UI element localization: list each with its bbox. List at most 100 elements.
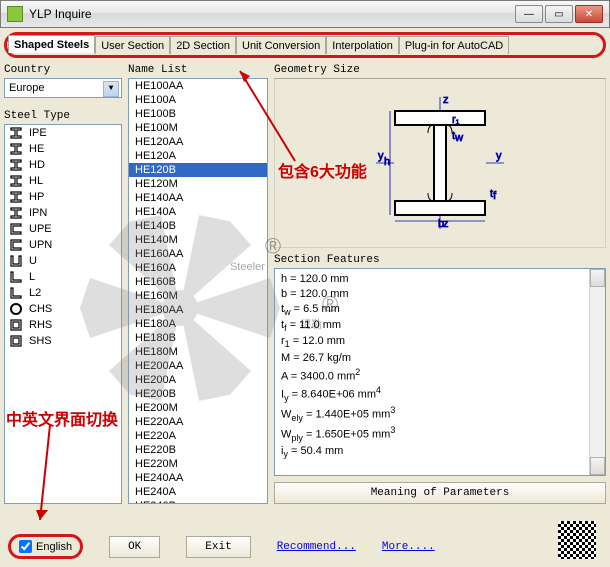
section-feature-row: tw = 6.5 mm xyxy=(281,302,599,318)
maximize-button[interactable]: ▭ xyxy=(545,5,573,23)
name-list-item[interactable]: HE160A xyxy=(129,261,267,275)
svg-text:tw: tw xyxy=(452,130,463,144)
name-list-item[interactable]: HE160M xyxy=(129,289,267,303)
section-feature-row: Wely = 1.440E+05 mm3 xyxy=(281,404,599,424)
name-list-item[interactable]: HE240A xyxy=(129,485,267,499)
steel-type-item[interactable]: U xyxy=(5,253,121,269)
close-button[interactable]: ✕ xyxy=(575,5,603,23)
section-feature-row: iy = 50.4 mm xyxy=(281,444,599,460)
name-list-item[interactable]: HE140B xyxy=(129,219,267,233)
tab-interpolation[interactable]: Interpolation xyxy=(326,36,399,54)
steel-type-name: L2 xyxy=(29,287,41,299)
name-list-item[interactable]: HE180A xyxy=(129,317,267,331)
name-list-item[interactable]: HE180B xyxy=(129,331,267,345)
svg-text:h: h xyxy=(384,156,390,168)
steel-type-item[interactable]: UPN xyxy=(5,237,121,253)
svg-text:z: z xyxy=(443,94,449,106)
steel-type-list[interactable]: IPE HE HD HL HP IPN UPE UPN UL L2 CHS RHS SHS xyxy=(4,124,122,504)
name-list-item[interactable]: HE100M xyxy=(129,121,267,135)
tab-user-section[interactable]: User Section xyxy=(95,36,170,54)
steel-type-item[interactable]: SHS xyxy=(5,333,121,349)
minimize-button[interactable]: — xyxy=(515,5,543,23)
name-list-item[interactable]: HE220AA xyxy=(129,415,267,429)
tab-plugin-autocad[interactable]: Plug-in for AutoCAD xyxy=(399,36,509,54)
steel-type-name: HL xyxy=(29,175,43,187)
steel-type-item[interactable]: L2 xyxy=(5,285,121,301)
name-list-item[interactable]: HE240AA xyxy=(129,471,267,485)
geometry-label: Geometry Size xyxy=(274,64,606,76)
tab-bar: Shaped Steels User Section 2D Section Un… xyxy=(4,32,606,58)
country-label: Country xyxy=(4,64,122,76)
name-list-item[interactable]: HE140AA xyxy=(129,191,267,205)
tab-shaped-steels[interactable]: Shaped Steels xyxy=(8,35,95,53)
name-list-item[interactable]: HE100AA xyxy=(129,79,267,93)
steel-type-name: UPN xyxy=(29,239,52,251)
name-list-item[interactable]: HE220M xyxy=(129,457,267,471)
name-list-item[interactable]: HE220B xyxy=(129,443,267,457)
name-list-item[interactable]: HE120AA xyxy=(129,135,267,149)
name-list-item[interactable]: HE200AA xyxy=(129,359,267,373)
name-list[interactable]: HE100AAHE100AHE100BHE100MHE120AAHE120AHE… xyxy=(128,78,268,504)
name-list-item[interactable]: HE160B xyxy=(129,275,267,289)
steel-type-item[interactable]: UPE xyxy=(5,221,121,237)
app-icon xyxy=(7,6,23,22)
qr-code-icon xyxy=(558,521,596,559)
steel-type-item[interactable]: HD xyxy=(5,157,121,173)
recommend-link[interactable]: Recommend... xyxy=(277,541,356,553)
name-list-item[interactable]: HE220A xyxy=(129,429,267,443)
title-bar: YLP Inquire — ▭ ✕ xyxy=(0,0,610,28)
section-features-box[interactable]: h = 120.0 mmb = 120.0 mmtw = 6.5 mmtf = … xyxy=(274,268,606,476)
steel-type-name: SHS xyxy=(29,335,52,347)
steel-type-item[interactable]: HL xyxy=(5,173,121,189)
section-feature-row: M = 26.7 kg/m xyxy=(281,351,599,366)
country-combo[interactable]: Europe xyxy=(4,78,122,98)
section-feature-row: b = 120.0 mm xyxy=(281,287,599,302)
steel-type-name: HD xyxy=(29,159,45,171)
name-list-item[interactable]: HE240B xyxy=(129,499,267,504)
name-list-item[interactable]: HE140A xyxy=(129,205,267,219)
meaning-button[interactable]: Meaning of Parameters xyxy=(274,482,606,504)
name-list-item[interactable]: HE200A xyxy=(129,373,267,387)
more-link[interactable]: More.... xyxy=(382,541,435,553)
section-feature-row: r1 = 12.0 mm xyxy=(281,334,599,350)
steel-type-label: Steel Type xyxy=(4,110,122,122)
steel-type-name: CHS xyxy=(29,303,52,315)
name-list-item[interactable]: HE100A xyxy=(129,93,267,107)
english-checkbox-wrap[interactable]: English xyxy=(8,534,83,559)
name-list-label: Name List xyxy=(128,64,268,76)
steel-type-item[interactable]: IPE xyxy=(5,125,121,141)
ok-button[interactable]: OK xyxy=(109,536,160,558)
steel-type-item[interactable]: IPN xyxy=(5,205,121,221)
steel-type-item[interactable]: HP xyxy=(5,189,121,205)
steel-type-item[interactable]: HE xyxy=(5,141,121,157)
window-title: YLP Inquire xyxy=(29,7,515,21)
steel-type-item[interactable]: CHS xyxy=(5,301,121,317)
name-list-item[interactable]: HE120M xyxy=(129,177,267,191)
steel-type-name: IPN xyxy=(29,207,47,219)
steel-type-name: U xyxy=(29,255,37,267)
english-checkbox[interactable] xyxy=(19,540,32,553)
name-list-item[interactable]: HE120B xyxy=(129,163,267,177)
steel-type-item[interactable]: RHS xyxy=(5,317,121,333)
tab-unit-conversion[interactable]: Unit Conversion xyxy=(236,36,326,54)
name-list-item[interactable]: HE160AA xyxy=(129,247,267,261)
steel-type-name: L xyxy=(29,271,35,283)
bottom-bar: English OK Exit Recommend... More.... xyxy=(8,534,602,559)
name-list-item[interactable]: HE180M xyxy=(129,345,267,359)
name-list-item[interactable]: HE200B xyxy=(129,387,267,401)
country-value: Europe xyxy=(9,82,44,94)
name-list-item[interactable]: HE120A xyxy=(129,149,267,163)
name-list-item[interactable]: HE100B xyxy=(129,107,267,121)
steel-type-name: HE xyxy=(29,143,44,155)
name-list-item[interactable]: HE140M xyxy=(129,233,267,247)
scrollbar[interactable] xyxy=(589,269,605,475)
name-list-item[interactable]: HE180AA xyxy=(129,303,267,317)
section-feature-row: Wply = 1.650E+05 mm3 xyxy=(281,424,599,444)
tab-2d-section[interactable]: 2D Section xyxy=(170,36,236,54)
steel-type-name: IPE xyxy=(29,127,47,139)
exit-button[interactable]: Exit xyxy=(186,536,250,558)
svg-text:b: b xyxy=(438,218,444,230)
name-list-item[interactable]: HE200M xyxy=(129,401,267,415)
section-feature-row: tf = 11.0 mm xyxy=(281,318,599,334)
steel-type-item[interactable]: L xyxy=(5,269,121,285)
